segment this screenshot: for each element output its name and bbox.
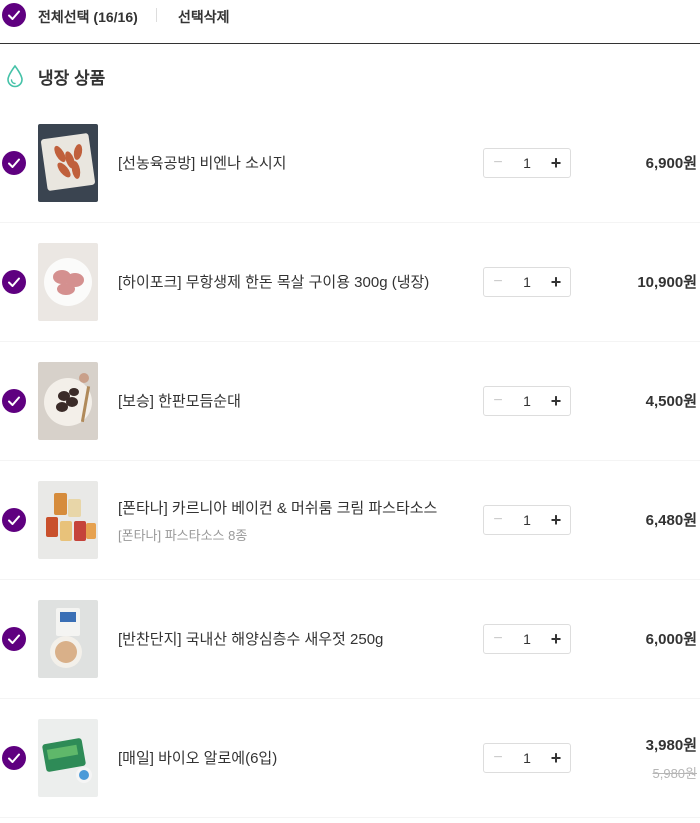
cart-item: [하이포크] 무항생제 한돈 목살 구이용 300g (냉장) − 1 + 10…	[0, 223, 700, 342]
quantity-stepper: − 1 +	[483, 743, 571, 773]
product-name[interactable]: [선농육공방] 비엔나 소시지	[118, 152, 286, 173]
checkmark-icon	[8, 634, 20, 644]
checkmark-icon	[8, 158, 20, 168]
increase-button[interactable]: +	[542, 625, 570, 653]
decrease-button[interactable]: −	[484, 506, 512, 534]
increase-button[interactable]: +	[542, 149, 570, 177]
increase-button[interactable]: +	[542, 387, 570, 415]
increase-button[interactable]: +	[542, 506, 570, 534]
cart-item: [매일] 바이오 알로에(6입) − 1 + 3,980원 5,980원	[0, 699, 700, 818]
toolbar-divider	[156, 8, 157, 22]
section-title: 냉장 상품	[38, 69, 106, 88]
decrease-button[interactable]: −	[484, 625, 512, 653]
item-checkbox[interactable]	[2, 389, 26, 413]
decrease-button[interactable]: −	[484, 268, 512, 296]
cart-item: [반찬단지] 국내산 해양심층수 새우젓 250g − 1 + 6,000원	[0, 580, 700, 699]
quantity-value: 1	[523, 155, 531, 171]
item-price: 10,900원	[637, 274, 697, 291]
item-checkbox[interactable]	[2, 270, 26, 294]
water-drop-icon	[7, 64, 23, 88]
quantity-value: 1	[523, 750, 531, 766]
delete-selected-button[interactable]: 선택삭제	[178, 7, 230, 27]
product-name[interactable]: [폰타나] 카르니아 베이컨 & 머쉬룸 크림 파스타소스	[118, 497, 437, 518]
checkmark-icon	[8, 753, 20, 763]
checkmark-icon	[8, 10, 20, 20]
quantity-value: 1	[523, 512, 531, 528]
product-thumbnail[interactable]	[38, 243, 98, 321]
quantity-stepper: − 1 +	[483, 624, 571, 654]
quantity-value: 1	[523, 631, 531, 647]
item-checkbox[interactable]	[2, 151, 26, 175]
decrease-button[interactable]: −	[484, 149, 512, 177]
quantity-stepper: − 1 +	[483, 505, 571, 535]
product-thumbnail[interactable]	[38, 124, 98, 202]
product-thumbnail[interactable]	[38, 362, 98, 440]
select-all-label[interactable]: 전체선택 (16/16)	[38, 7, 138, 27]
item-checkbox[interactable]	[2, 746, 26, 770]
product-thumbnail[interactable]	[38, 481, 98, 559]
item-price: 6,000원	[645, 631, 697, 648]
item-price: 3,980원	[645, 737, 697, 754]
quantity-value: 1	[523, 274, 531, 290]
product-name[interactable]: [반찬단지] 국내산 해양심층수 새우젓 250g	[118, 628, 383, 649]
item-price: 6,480원	[645, 512, 697, 529]
product-name[interactable]: [하이포크] 무항생제 한돈 목살 구이용 300g (냉장)	[118, 271, 429, 292]
item-price: 4,500원	[645, 393, 697, 410]
quantity-value: 1	[523, 393, 531, 409]
cart-item: [폰타나] 카르니아 베이컨 & 머쉬룸 크림 파스타소스 [폰타나] 파스타소…	[0, 461, 700, 580]
checkmark-icon	[8, 396, 20, 406]
decrease-button[interactable]: −	[484, 387, 512, 415]
quantity-stepper: − 1 +	[483, 267, 571, 297]
select-all-checkbox[interactable]	[2, 3, 26, 27]
cart-item: [보승] 한판모듬순대 − 1 + 4,500원	[0, 342, 700, 461]
item-checkbox[interactable]	[2, 508, 26, 532]
decrease-button[interactable]: −	[484, 744, 512, 772]
cart-item: [선농육공방] 비엔나 소시지 − 1 + 6,900원	[0, 104, 700, 223]
product-name[interactable]: [보승] 한판모듬순대	[118, 390, 241, 411]
original-price: 5,980원	[652, 766, 698, 781]
item-price: 6,900원	[645, 155, 697, 172]
product-thumbnail[interactable]	[38, 600, 98, 678]
quantity-stepper: − 1 +	[483, 386, 571, 416]
increase-button[interactable]: +	[542, 268, 570, 296]
cart-toolbar: 전체선택 (16/16) 선택삭제	[0, 0, 700, 44]
product-thumbnail[interactable]	[38, 719, 98, 797]
checkmark-icon	[8, 277, 20, 287]
section-header-refrigerated: 냉장 상품	[0, 44, 700, 104]
increase-button[interactable]: +	[542, 744, 570, 772]
product-name[interactable]: [매일] 바이오 알로에(6입)	[118, 747, 277, 768]
quantity-stepper: − 1 +	[483, 148, 571, 178]
checkmark-icon	[8, 515, 20, 525]
item-checkbox[interactable]	[2, 627, 26, 651]
product-option: [폰타나] 파스타소스 8종	[118, 528, 248, 543]
